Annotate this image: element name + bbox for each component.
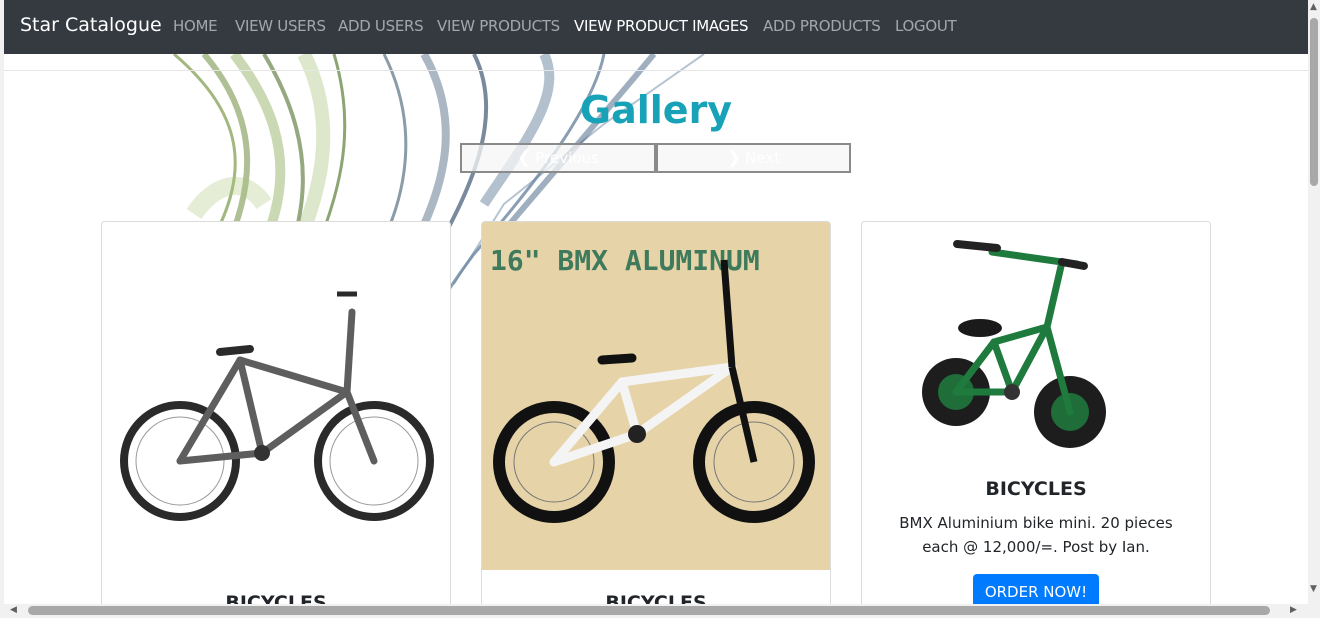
nav-link-add-products[interactable]: ADD PRODUCTS (763, 17, 881, 35)
page-viewport: Star Catalogue HOME VIEW USERS ADD USERS… (4, 0, 1308, 604)
card-title: BICYCLES (605, 592, 707, 604)
nav-link-home[interactable]: HOME (173, 17, 218, 35)
next-button[interactable]: ❯ Next (656, 143, 851, 173)
product-image-bmx-grey (102, 222, 450, 570)
image-caption-text: 16" BMX ALUMINUM (490, 244, 760, 277)
scroll-left-arrow-icon[interactable]: ◀ (10, 605, 17, 615)
vertical-scrollbar[interactable]: ▲ ▼ (1308, 0, 1320, 604)
card-title: BICYCLES (225, 592, 327, 604)
nav-link-add-users[interactable]: ADD USERS (338, 17, 424, 35)
card-description: BMX Aluminium bike mini. 20 pieces each … (899, 514, 1173, 556)
top-navbar: Star Catalogue HOME VIEW USERS ADD USERS… (4, 0, 1308, 54)
card-title: BICYCLES (985, 478, 1087, 500)
scroll-down-arrow-icon[interactable]: ▼ (1310, 584, 1317, 594)
divider (4, 70, 1308, 71)
horizontal-scrollbar-thumb[interactable] (28, 606, 1270, 615)
brand-logo-link[interactable]: Star Catalogue (20, 14, 162, 36)
next-label: Next (745, 149, 781, 167)
previous-label: Previous (535, 149, 599, 167)
vertical-scrollbar-thumb[interactable] (1310, 18, 1318, 186)
nav-link-logout[interactable]: LOGOUT (895, 17, 957, 35)
nav-link-view-users[interactable]: VIEW USERS (235, 17, 326, 35)
nav-link-view-product-images[interactable]: VIEW PRODUCT IMAGES (574, 17, 749, 35)
product-card: BICYCLES (101, 221, 451, 604)
page-title: Gallery (579, 88, 733, 132)
nav-link-view-products[interactable]: VIEW PRODUCTS (437, 17, 560, 35)
scroll-right-arrow-icon[interactable]: ▶ (1290, 605, 1297, 615)
chevron-right-icon: ❯ (726, 148, 742, 168)
horizontal-scrollbar[interactable]: ◀ ▶ (0, 604, 1308, 618)
product-image-bmx-white: 16" BMX ALUMINUM (482, 222, 830, 570)
product-image-mini-bmx-green (862, 222, 1210, 454)
product-card: BICYCLES BMX Aluminium bike mini. 20 pie… (861, 221, 1211, 604)
scroll-up-arrow-icon[interactable]: ▲ (1310, 2, 1317, 12)
previous-button[interactable]: ❮ Previous (460, 143, 656, 173)
order-now-button[interactable]: ORDER NOW! (973, 574, 1099, 604)
chevron-left-icon: ❮ (517, 148, 532, 168)
product-card: 16" BMX ALUMINUM BICYCLES (481, 221, 831, 604)
